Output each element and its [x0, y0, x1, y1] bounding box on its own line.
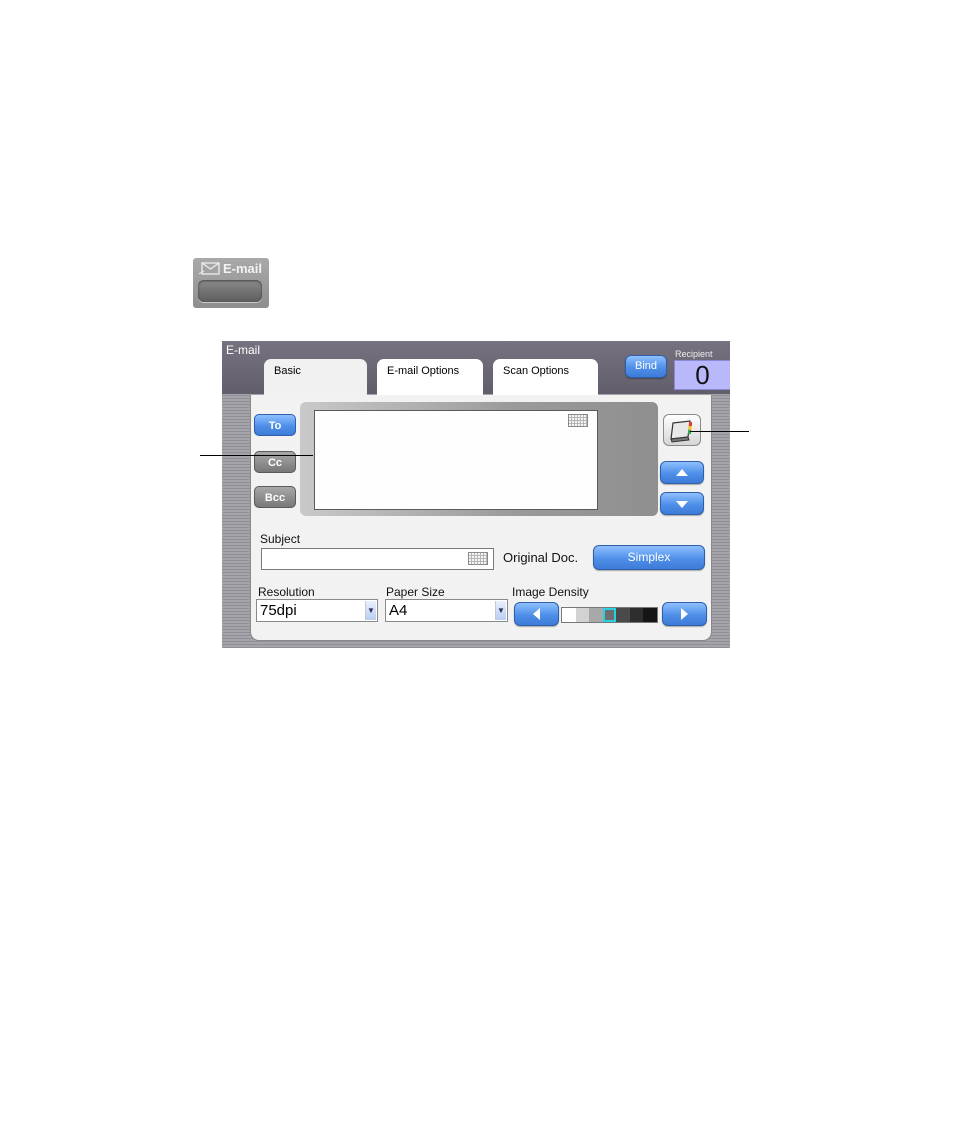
subject-label: Subject — [260, 532, 301, 546]
tab-scan-options[interactable]: Scan Options — [493, 359, 598, 395]
image-density-label: Image Density — [512, 585, 589, 599]
scroll-down-button[interactable] — [660, 492, 704, 515]
tab-email-options[interactable]: E-mail Options — [377, 359, 483, 395]
panel-title: E-mail — [226, 343, 261, 357]
density-step — [575, 608, 590, 622]
paper-size-label: Paper Size — [386, 585, 445, 599]
arrow-right-icon — [681, 608, 688, 620]
to-button[interactable]: To — [254, 414, 296, 436]
density-step — [629, 608, 644, 622]
email-key-label: E-mail — [223, 261, 263, 276]
address-book-icon — [670, 420, 692, 443]
scroll-up-button[interactable] — [660, 461, 704, 484]
original-doc-label: Original Doc. — [503, 550, 579, 565]
address-list-field[interactable] — [314, 410, 598, 510]
density-step — [643, 608, 658, 622]
paper-size-select[interactable]: A4 ▼ — [385, 599, 508, 622]
resolution-label: Resolution — [258, 585, 315, 599]
callout-line — [690, 431, 749, 432]
resolution-value: 75dpi — [260, 602, 297, 619]
chevron-down-icon[interactable]: ▼ — [495, 601, 506, 620]
keyboard-icon[interactable] — [468, 552, 488, 565]
density-step — [616, 608, 630, 622]
subject-field[interactable] — [261, 548, 494, 570]
arrow-up-icon — [676, 469, 688, 476]
simplex-button[interactable]: Simplex — [593, 545, 705, 570]
arrow-down-icon — [676, 501, 688, 508]
tab-basic[interactable]: Basic — [264, 359, 367, 395]
bind-button[interactable]: Bind — [625, 355, 667, 378]
envelope-icon — [199, 262, 220, 275]
address-book-button[interactable] — [663, 414, 701, 446]
density-darker-button[interactable] — [662, 602, 707, 626]
recipient-count: 0 — [674, 360, 730, 390]
recipient-label: Recipient — [675, 349, 713, 359]
chevron-down-icon[interactable]: ▼ — [365, 601, 376, 620]
paper-size-value: A4 — [389, 602, 408, 619]
callout-line — [200, 455, 313, 456]
resolution-select[interactable]: 75dpi ▼ — [256, 599, 378, 622]
email-panel: E-mail Basic E-mail Options Scan Options… — [222, 341, 730, 648]
density-step — [602, 608, 617, 622]
density-step — [562, 608, 576, 622]
arrow-left-icon — [533, 608, 540, 620]
keyboard-icon[interactable] — [568, 414, 588, 427]
email-key-pad — [198, 280, 262, 302]
bcc-button[interactable]: Bcc — [254, 486, 296, 508]
density-scale — [561, 607, 658, 623]
density-lighter-button[interactable] — [514, 602, 559, 626]
density-step — [589, 608, 603, 622]
email-key-button[interactable]: E-mail — [193, 258, 269, 308]
